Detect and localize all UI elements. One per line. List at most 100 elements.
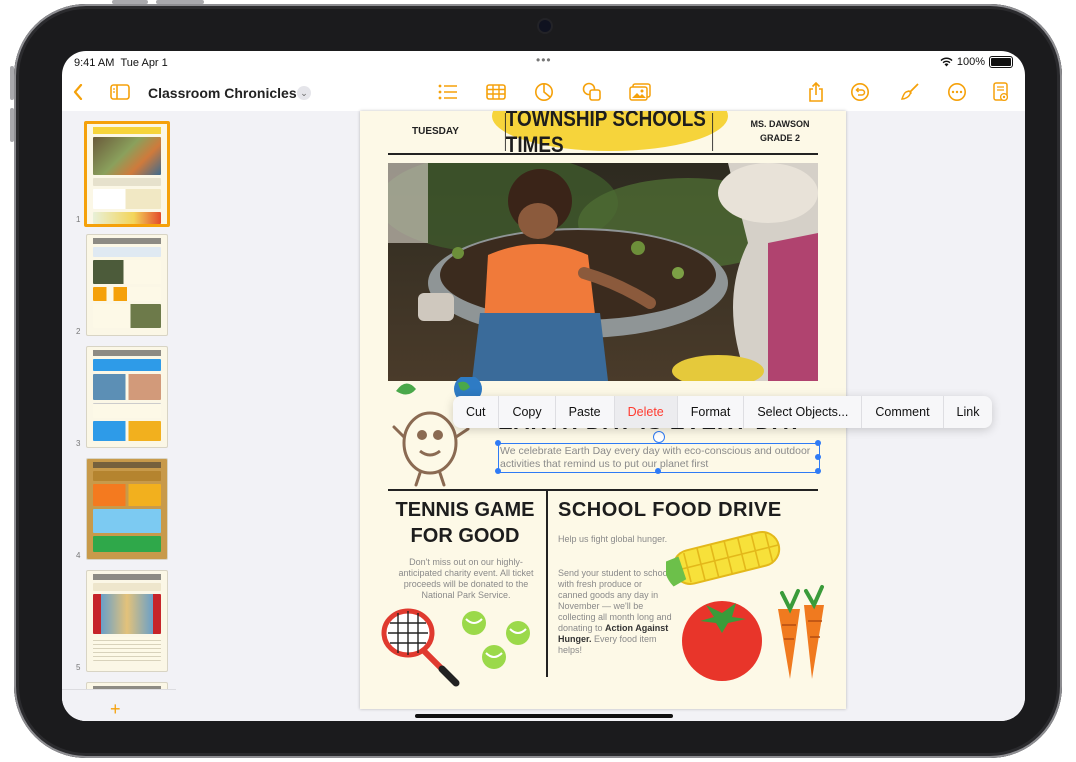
share-icon xyxy=(809,82,823,102)
page-thumbnail-4[interactable] xyxy=(86,458,168,560)
page-number: 3 xyxy=(76,439,81,448)
thumbnail-photo xyxy=(93,304,161,328)
thumbnail-band xyxy=(93,287,161,301)
thumbnail-photo xyxy=(93,137,161,175)
masthead-title[interactable]: TOWNSHIP SCHOOLS TIMES xyxy=(504,111,714,157)
rotation-handle[interactable] xyxy=(653,431,665,443)
thumbnail-band xyxy=(93,471,161,481)
menu-item-format[interactable]: Format xyxy=(678,396,745,428)
list-button[interactable] xyxy=(436,80,460,104)
menu-item-copy[interactable]: Copy xyxy=(499,396,556,428)
more-button[interactable] xyxy=(945,80,969,104)
chart-icon xyxy=(535,83,553,101)
table-icon xyxy=(486,84,506,100)
document-canvas[interactable]: TUESDAY TOWNSHIP SCHOOLS TIMES MS. DAWSO… xyxy=(176,111,1025,721)
media-button[interactable] xyxy=(628,80,652,104)
menu-item-select-objects[interactable]: Select Objects... xyxy=(744,396,863,428)
thumbnail-band xyxy=(93,583,161,591)
screen: 9:41 AM Tue Apr 1 ••• 100% Classroom Chr… xyxy=(62,51,1025,721)
menu-item-cut[interactable]: Cut xyxy=(453,396,500,428)
menu-item-comment[interactable]: Comment xyxy=(862,396,944,428)
battery-percent: 100% xyxy=(956,56,985,68)
selection-handle-bottom-right[interactable] xyxy=(815,468,821,474)
page-thumbnail-2[interactable] xyxy=(86,234,168,336)
context-menu: Cut Copy Paste Delete Format Select Obje… xyxy=(453,396,993,428)
thumbnail-masthead xyxy=(93,238,161,244)
tennis-heading-line-2: FOR GOOD xyxy=(410,525,520,547)
thumbnail-band xyxy=(93,189,161,209)
thumbnail-band xyxy=(93,212,161,224)
thumbnail-band xyxy=(93,536,161,552)
teacher-grade: GRADE 2 xyxy=(759,133,800,143)
camera xyxy=(539,20,551,32)
menu-item-link[interactable]: Link xyxy=(944,396,993,428)
chart-button[interactable] xyxy=(532,80,556,104)
thumbnail-photo xyxy=(93,374,161,400)
more-icon xyxy=(948,83,966,101)
chevron-left-icon xyxy=(73,84,83,100)
earth-mascot-illustration xyxy=(392,377,482,487)
masthead-divider xyxy=(388,153,818,155)
page-thumbnail-3[interactable] xyxy=(86,346,168,448)
sidebar-toggle-button[interactable] xyxy=(108,80,132,104)
document-icon xyxy=(993,82,1009,102)
thumbnail-band xyxy=(93,359,161,371)
page-number: 4 xyxy=(76,551,81,560)
tennis-heading-line-1: TENNIS GAME xyxy=(395,499,535,521)
page-thumbnail-1[interactable] xyxy=(84,121,170,227)
table-button[interactable] xyxy=(484,80,508,104)
battery-icon xyxy=(989,56,1013,68)
page-number: 5 xyxy=(76,663,81,672)
selection-handle-top-left[interactable] xyxy=(495,440,501,446)
masthead-day[interactable]: TUESDAY xyxy=(412,126,459,137)
tennis-body[interactable]: Don't miss out on our highly-anticipated… xyxy=(396,557,536,601)
back-button[interactable] xyxy=(66,80,90,104)
thumbnail-photo xyxy=(93,260,161,284)
multitask-dots-icon[interactable]: ••• xyxy=(536,53,552,67)
menu-item-paste[interactable]: Paste xyxy=(556,396,615,428)
thumbnail-photo xyxy=(93,594,161,634)
selection-handle-bottom-left[interactable] xyxy=(495,468,501,474)
page-thumbnail-5[interactable] xyxy=(86,570,168,672)
thumbnail-masthead xyxy=(93,574,161,580)
selection-handle-right-middle[interactable] xyxy=(815,454,821,460)
media-icon xyxy=(629,83,651,101)
shapes-button[interactable] xyxy=(580,80,604,104)
tennis-heading[interactable]: TENNIS GAME FOR GOOD xyxy=(388,497,542,549)
title-menu-chevron-icon[interactable]: ⌄ xyxy=(297,86,311,100)
garden-photo[interactable] xyxy=(388,163,818,381)
teacher-name: MS. DAWSON xyxy=(750,119,810,129)
selection-handle-top-right[interactable] xyxy=(815,440,821,446)
produce-illustration xyxy=(666,531,824,681)
selection-handle-bottom-middle[interactable] xyxy=(655,468,661,474)
toolbar: Classroom Chronicles ⌄ xyxy=(62,73,1025,111)
undo-icon xyxy=(851,83,869,101)
garden-photo-illustration xyxy=(388,163,818,381)
thumbnail-masthead xyxy=(93,127,161,134)
food-drive-intro[interactable]: Help us fight global hunger. xyxy=(558,534,678,545)
thumbnail-masthead xyxy=(93,350,161,356)
tennis-racket-illustration xyxy=(381,608,530,687)
column-divider xyxy=(546,489,548,677)
thumbnail-band xyxy=(93,637,161,661)
home-indicator[interactable] xyxy=(415,714,673,718)
reading-view-button[interactable] xyxy=(989,80,1013,104)
page-number: 2 xyxy=(76,327,81,336)
list-icon xyxy=(438,84,457,100)
share-button[interactable] xyxy=(804,80,828,104)
thumbnail-band xyxy=(93,247,161,257)
format-brush-icon xyxy=(900,83,919,100)
thumbnail-masthead xyxy=(93,462,161,468)
format-button[interactable] xyxy=(898,80,922,104)
thumbnail-band xyxy=(93,403,161,418)
masthead-teacher[interactable]: MS. DAWSON GRADE 2 xyxy=(730,117,830,145)
thumbnail-band xyxy=(93,178,161,186)
shapes-icon xyxy=(582,82,601,101)
undo-button[interactable] xyxy=(848,80,872,104)
page-navigator: 1 2 3 4 5 + xyxy=(62,111,177,721)
document-title[interactable]: Classroom Chronicles xyxy=(148,85,297,101)
add-page-button[interactable]: + xyxy=(110,699,121,720)
food-drive-body[interactable]: Send your student to school with fresh p… xyxy=(558,568,674,656)
food-drive-heading[interactable]: SCHOOL FOOD DRIVE xyxy=(558,499,782,522)
menu-item-delete[interactable]: Delete xyxy=(614,396,678,428)
